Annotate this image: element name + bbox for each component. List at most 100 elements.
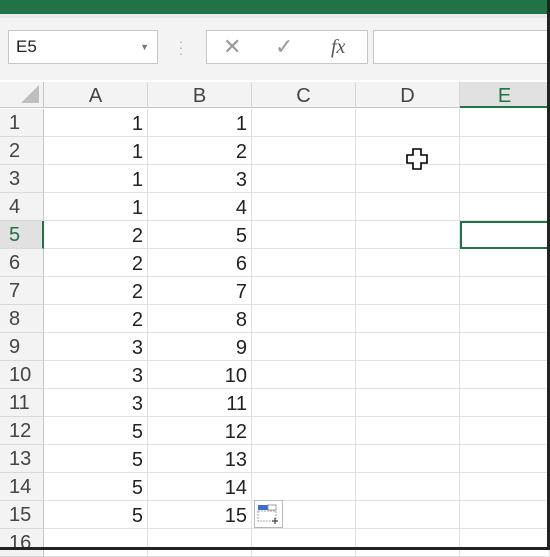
row-header-16[interactable]: 16 <box>0 529 44 557</box>
cell-a2[interactable]: 1 <box>44 137 148 165</box>
cell-c12[interactable] <box>252 417 356 445</box>
formula-input[interactable] <box>373 30 550 64</box>
row-header-15[interactable]: 15 <box>0 501 44 529</box>
chevron-down-icon[interactable]: ▼ <box>140 31 149 63</box>
cell-e11[interactable] <box>460 389 550 417</box>
cell-a5[interactable]: 2 <box>44 221 148 249</box>
cell-a11[interactable]: 3 <box>44 389 148 417</box>
cell-d6[interactable] <box>356 249 460 277</box>
cell-d1[interactable] <box>356 109 460 137</box>
cell-c10[interactable] <box>252 361 356 389</box>
row-header-5[interactable]: 5 <box>0 221 44 249</box>
cell-e3[interactable] <box>460 165 550 193</box>
cell-e6[interactable] <box>460 249 550 277</box>
row-header-12[interactable]: 12 <box>0 417 44 445</box>
cell-e8[interactable] <box>460 305 550 333</box>
cell-e15[interactable] <box>460 501 550 529</box>
cell-a8[interactable]: 2 <box>44 305 148 333</box>
cell-b9[interactable]: 9 <box>148 333 252 361</box>
cell-b16[interactable] <box>148 529 252 557</box>
cell-a9[interactable]: 3 <box>44 333 148 361</box>
cell-d13[interactable] <box>356 445 460 473</box>
row-header-2[interactable]: 2 <box>0 137 44 165</box>
cell-d11[interactable] <box>356 389 460 417</box>
column-header-d[interactable]: D <box>356 82 460 108</box>
cell-b2[interactable]: 2 <box>148 137 252 165</box>
cell-d8[interactable] <box>356 305 460 333</box>
cell-d5[interactable] <box>356 221 460 249</box>
cell-c11[interactable] <box>252 389 356 417</box>
row-header-11[interactable]: 11 <box>0 389 44 417</box>
quick-analysis-button[interactable] <box>254 500 283 528</box>
cell-b13[interactable]: 13 <box>148 445 252 473</box>
column-header-c[interactable]: C <box>252 82 356 108</box>
row-header-9[interactable]: 9 <box>0 333 44 361</box>
cell-b7[interactable]: 7 <box>148 277 252 305</box>
cell-d4[interactable] <box>356 193 460 221</box>
cell-a6[interactable]: 2 <box>44 249 148 277</box>
cell-b4[interactable]: 4 <box>148 193 252 221</box>
cell-c16[interactable] <box>252 529 356 557</box>
cell-e2[interactable] <box>460 137 550 165</box>
cancel-icon[interactable]: ✕ <box>223 31 241 63</box>
row-header-3[interactable]: 3 <box>0 165 44 193</box>
cell-d9[interactable] <box>356 333 460 361</box>
cell-b15[interactable]: 15 <box>148 501 252 529</box>
cell-c13[interactable] <box>252 445 356 473</box>
row-header-1[interactable]: 1 <box>0 109 44 137</box>
cell-a16[interactable] <box>44 529 148 557</box>
cell-e7[interactable] <box>460 277 550 305</box>
cell-d12[interactable] <box>356 417 460 445</box>
cell-b14[interactable]: 14 <box>148 473 252 501</box>
column-header-a[interactable]: A <box>44 82 148 108</box>
cell-e16[interactable] <box>460 529 550 557</box>
cell-c7[interactable] <box>252 277 356 305</box>
cell-a15[interactable]: 5 <box>44 501 148 529</box>
row-header-7[interactable]: 7 <box>0 277 44 305</box>
cell-e5[interactable] <box>460 221 550 249</box>
cell-e1[interactable] <box>460 109 550 137</box>
cell-c4[interactable] <box>252 193 356 221</box>
cell-b3[interactable]: 3 <box>148 165 252 193</box>
cell-a4[interactable]: 1 <box>44 193 148 221</box>
cell-b8[interactable]: 8 <box>148 305 252 333</box>
cell-e9[interactable] <box>460 333 550 361</box>
enter-icon[interactable]: ✓ <box>275 31 293 63</box>
cell-b12[interactable]: 12 <box>148 417 252 445</box>
cell-d14[interactable] <box>356 473 460 501</box>
cell-c5[interactable] <box>252 221 356 249</box>
cell-a1[interactable]: 1 <box>44 109 148 137</box>
insert-function-button[interactable]: fx <box>331 31 345 63</box>
cell-e4[interactable] <box>460 193 550 221</box>
cell-c8[interactable] <box>252 305 356 333</box>
cell-e12[interactable] <box>460 417 550 445</box>
cell-b11[interactable]: 11 <box>148 389 252 417</box>
cell-a3[interactable]: 1 <box>44 165 148 193</box>
cell-a7[interactable]: 2 <box>44 277 148 305</box>
row-header-8[interactable]: 8 <box>0 305 44 333</box>
name-box[interactable]: E5 ▼ <box>8 30 158 64</box>
row-header-13[interactable]: 13 <box>0 445 44 473</box>
row-header-10[interactable]: 10 <box>0 361 44 389</box>
cell-a12[interactable]: 5 <box>44 417 148 445</box>
cell-a13[interactable]: 5 <box>44 445 148 473</box>
cell-a10[interactable]: 3 <box>44 361 148 389</box>
cell-c2[interactable] <box>252 137 356 165</box>
cell-b1[interactable]: 1 <box>148 109 252 137</box>
drag-handle-icon[interactable]: · · · <box>178 34 184 60</box>
cell-e13[interactable] <box>460 445 550 473</box>
cell-b10[interactable]: 10 <box>148 361 252 389</box>
cell-c3[interactable] <box>252 165 356 193</box>
cell-c14[interactable] <box>252 473 356 501</box>
cell-d15[interactable] <box>356 501 460 529</box>
cell-d10[interactable] <box>356 361 460 389</box>
row-header-14[interactable]: 14 <box>0 473 44 501</box>
column-header-b[interactable]: B <box>148 82 252 108</box>
select-all-button[interactable] <box>0 82 44 108</box>
cell-a14[interactable]: 5 <box>44 473 148 501</box>
cell-c1[interactable] <box>252 109 356 137</box>
row-header-4[interactable]: 4 <box>0 193 44 221</box>
row-header-6[interactable]: 6 <box>0 249 44 277</box>
cell-d7[interactable] <box>356 277 460 305</box>
cell-e10[interactable] <box>460 361 550 389</box>
